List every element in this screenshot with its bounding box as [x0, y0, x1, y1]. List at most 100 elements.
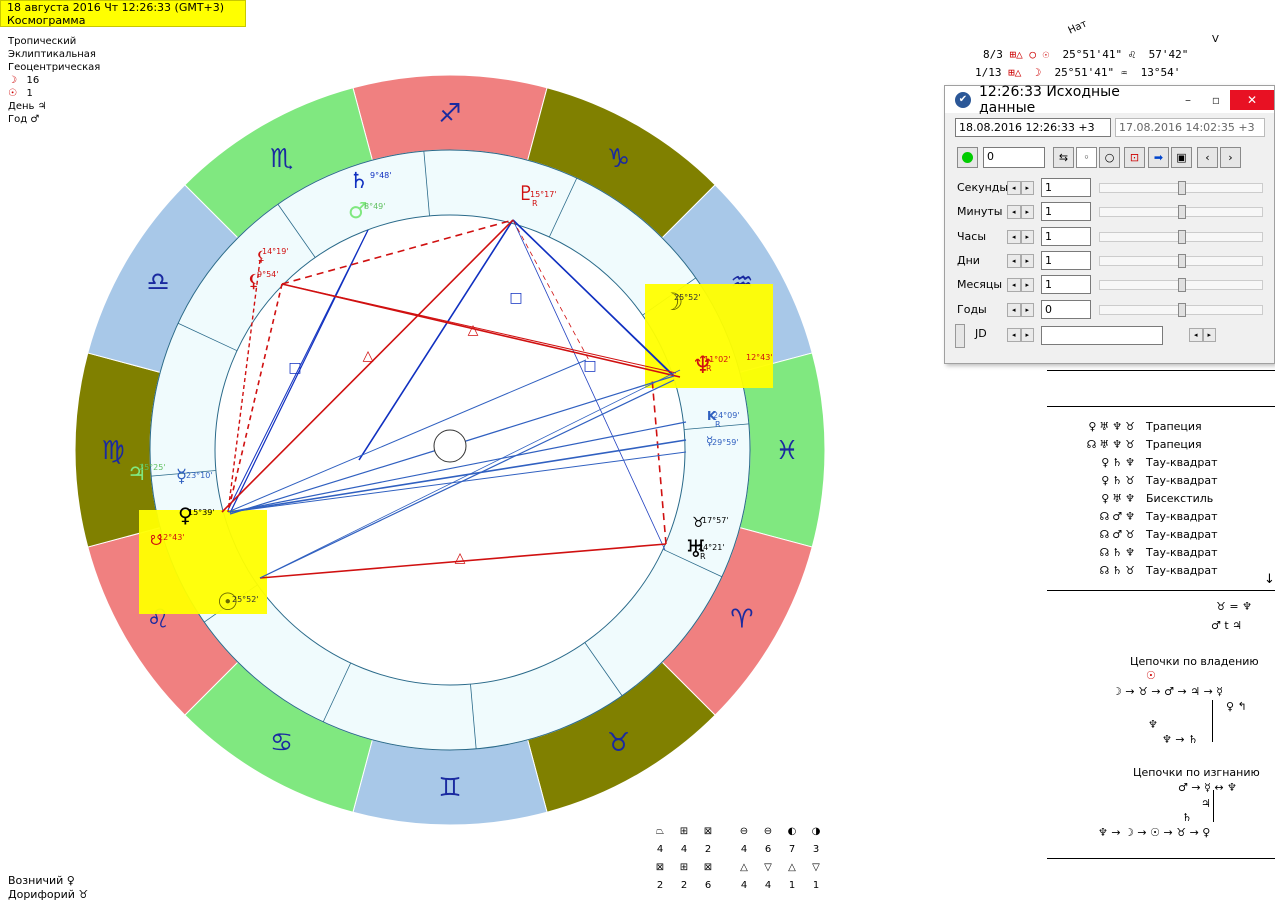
step-spinner[interactable]: ◂ ▸ [1007, 302, 1034, 317]
mode-button-2[interactable]: ○ [1099, 147, 1120, 168]
chart-header: 18 августа 2016 Чт 12:26:33 (GMT+3) Косм… [0, 0, 246, 27]
step-spinner[interactable]: ◂ ▸ [1007, 229, 1034, 244]
stat-value: 4 [656, 844, 664, 855]
step-spinner[interactable]: ◂ ▸ [1007, 253, 1034, 268]
stat-value: 6 [764, 844, 772, 855]
figure-name: Тау-квадрат [1146, 528, 1218, 541]
slider-thumb[interactable] [1178, 229, 1186, 244]
step-slider[interactable] [1099, 229, 1263, 244]
stat-icon: ◐ [787, 826, 797, 837]
dialog-titlebar[interactable]: ✔ 12:26:33 Исходные данные – ▫ ✕ [945, 84, 1274, 116]
figure-glyphs: ☊♅♆♉ [1086, 438, 1138, 451]
stat-value: 4 [740, 880, 748, 891]
slider-thumb[interactable] [1178, 181, 1186, 195]
coordinate-system: Эклиптикальная [8, 49, 96, 60]
stat-icon: ▽ [812, 862, 820, 873]
step-slider[interactable] [1099, 253, 1263, 268]
step-spinner[interactable]: ◂ ▸ [1007, 181, 1034, 195]
figure-item[interactable]: ☊♄♉ Тау-квадрат [1070, 562, 1218, 580]
jd-toggle[interactable] [955, 324, 965, 348]
step-label: Секунды [957, 181, 1009, 194]
scroll-arrow-icon[interactable]: ↓ [1264, 572, 1275, 587]
mode-button-1[interactable]: ◦ [1076, 147, 1097, 168]
stat-icon: ⊠ [703, 826, 713, 837]
jupiter-degree: 25°25' [139, 463, 166, 472]
cosmogram-wheel[interactable]: ♐♑♒♓♈♉♊♋♌♍♎♏ △△△□□□ ♄ 9°48'♂8°49'♇15°17'R… [70, 70, 830, 830]
step-spinner[interactable]: ◂ ▸ [1007, 205, 1034, 220]
prev-button[interactable]: ‹ [1197, 147, 1218, 168]
step-slider[interactable] [1099, 205, 1263, 220]
ownership-sub: ♆ [1148, 718, 1158, 731]
stat-icon: ⊖ [739, 826, 749, 837]
slider-thumb[interactable] [1178, 253, 1186, 268]
close-button[interactable]: ✕ [1230, 89, 1274, 110]
step-slider[interactable] [1099, 302, 1263, 317]
jd-spinner-2[interactable]: ◂ ▸ [1189, 328, 1216, 342]
pluto-retro: R [532, 199, 538, 208]
figure-name: Тау-квадрат [1146, 474, 1218, 487]
green-dot-icon [962, 152, 973, 163]
zodiac-sign-icon: ♓ [775, 436, 798, 466]
figure-item[interactable]: ♀♅♆♉ Трапеция [1070, 418, 1218, 436]
next-button[interactable]: › [1220, 147, 1241, 168]
step-input[interactable]: 1 [1041, 226, 1091, 246]
step-row: Минуты ◂ ▸ 1 [945, 202, 1274, 224]
zodiac-sign-icon: ♑ [607, 144, 630, 174]
step-label: Годы [957, 302, 987, 316]
chiron-retro: R [715, 420, 721, 429]
doryphory-label: Дорифорий [8, 888, 75, 901]
slider-thumb[interactable] [1178, 205, 1186, 220]
figure-item[interactable]: ♀♅♆ Бисекстиль [1070, 490, 1218, 508]
figure-glyphs: ☊♂♆ [1099, 510, 1138, 523]
moon-degree: 25°52' [674, 293, 701, 302]
figure-item[interactable]: ☊♂♉ Тау-квадрат [1070, 526, 1218, 544]
figure-stats: ⏢ 4 ⊠ 2 ⊞ 4 ⊞ 2 ⊠ 2 ⊠ 6 ⊖ 4 △ 4 ⊖ 6 ▽ 4 ◐ 7 △ 1 ◑ 3 ▽ 1 [648, 826, 828, 896]
step-slider[interactable] [1099, 181, 1263, 195]
figure-item[interactable]: ♀♄♉ Тау-квадрат [1070, 472, 1218, 490]
export-button[interactable]: ➡ [1148, 147, 1169, 168]
figure-item[interactable]: ♀♄♆ Тау-квадрат [1070, 454, 1218, 472]
clock-button[interactable]: ⊡ [1124, 147, 1145, 168]
save-button[interactable]: ▣ [1171, 147, 1192, 168]
step-row: Секунды ◂ ▸ 1 [945, 178, 1274, 200]
saturn-icon[interactable]: ♄ [349, 169, 369, 194]
status-button[interactable] [957, 147, 978, 168]
step-label: Дни [957, 253, 980, 267]
zodiac-sign-icon: ♋ [270, 728, 293, 758]
figure-item[interactable]: ☊♅♆♉ Трапеция [1070, 436, 1218, 454]
jd-spinner[interactable]: ◂ ▸ [1007, 328, 1034, 342]
minimize-button[interactable]: – [1174, 90, 1202, 110]
step-input[interactable]: 1 [1041, 202, 1091, 222]
stat-icon: ▽ [764, 862, 772, 873]
date-input[interactable]: 18.08.2016 12:26:33 +3 [955, 118, 1111, 137]
figure-item[interactable]: ☊♂♆ Тау-квадрат [1070, 508, 1218, 526]
step-input[interactable]: 0 [1041, 299, 1091, 319]
ownership-chain: ☽ → ♉ → ♂ → ♃ → ☿ [1112, 685, 1224, 698]
mercury2-degree: 29°59' [712, 438, 739, 447]
aspect-marker: □ [509, 290, 522, 306]
divider [1047, 858, 1275, 859]
figure-name: Тау-квадрат [1146, 546, 1218, 559]
counter-input[interactable]: 0 [983, 147, 1045, 168]
ownership-sub: ♀ ↰ [1226, 700, 1247, 713]
step-input[interactable]: 1 [1041, 178, 1091, 197]
initial-data-dialog[interactable]: ✔ 12:26:33 Исходные данные – ▫ ✕ 18.08.2… [944, 84, 1275, 364]
figure-item[interactable]: ☊♄♆ Тау-квадрат [1070, 544, 1218, 562]
step-spinner[interactable]: ◂ ▸ [1007, 278, 1034, 293]
step-slider[interactable] [1099, 278, 1263, 293]
slider-thumb[interactable] [1178, 278, 1186, 293]
stat-value: 1 [788, 880, 796, 891]
maximize-button[interactable]: ▫ [1202, 90, 1230, 110]
slider-thumb[interactable] [1178, 302, 1186, 317]
figure-name: Тау-квадрат [1146, 456, 1218, 469]
step-input[interactable]: 1 [1041, 250, 1091, 270]
refresh-button[interactable]: ⇆ [1053, 147, 1074, 168]
step-row: Месяцы ◂ ▸ 1 [945, 275, 1274, 297]
step-row: Дни ◂ ▸ 1 [945, 250, 1274, 273]
sun-icon: ☉ [8, 88, 17, 99]
jd-input[interactable] [1041, 326, 1163, 345]
step-input[interactable]: 1 [1041, 275, 1091, 295]
stat-value: 6 [704, 880, 712, 891]
doryphory: Дорифорий ♉ [8, 888, 88, 901]
mars-icon: ♂ [30, 114, 40, 125]
